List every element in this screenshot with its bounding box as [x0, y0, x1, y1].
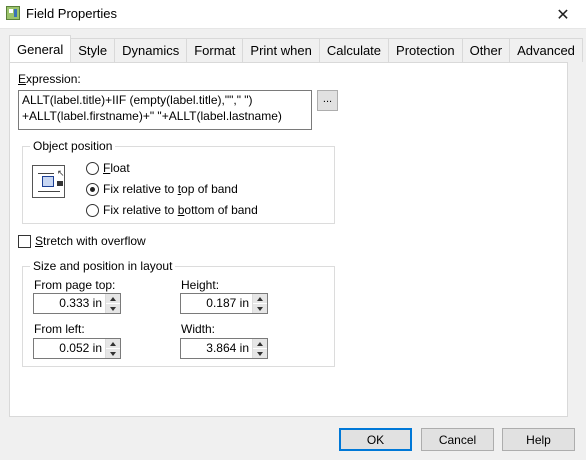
- stretch-checkbox-label: Stretch with overflow: [35, 234, 146, 248]
- window-title: Field Properties: [26, 6, 118, 21]
- from-page-top-value[interactable]: 0.333 in: [34, 294, 105, 313]
- expression-label: Expression:: [18, 72, 81, 86]
- width-stepper[interactable]: 3.864 in: [180, 338, 268, 359]
- from-left-down-button[interactable]: [106, 349, 120, 358]
- height-down-button[interactable]: [253, 304, 267, 313]
- cancel-button[interactable]: Cancel: [421, 428, 494, 451]
- tab-calculate[interactable]: Calculate: [318, 38, 390, 62]
- from-page-top-label: From page top:: [34, 278, 116, 292]
- help-button[interactable]: Help: [502, 428, 575, 451]
- object-position-group: Object position ↖ Float Fix relative to …: [22, 139, 335, 224]
- tab-advanced[interactable]: Advanced: [509, 38, 583, 62]
- radio-fix-bottom-label: Fix relative to bottom of band: [103, 203, 258, 217]
- tab-protection[interactable]: Protection: [388, 38, 463, 62]
- arrow-up-icon: [257, 296, 263, 301]
- object-position-icon: ↖: [32, 165, 65, 198]
- from-page-top-down-button[interactable]: [106, 304, 120, 313]
- tab-print-when[interactable]: Print when: [242, 38, 320, 62]
- expression-input[interactable]: ALLT(label.title)+IIF (empty(label.title…: [18, 90, 312, 130]
- title-bar: Field Properties ✕: [0, 0, 586, 29]
- close-button[interactable]: ✕: [540, 0, 586, 29]
- from-left-value[interactable]: 0.052 in: [34, 339, 105, 358]
- width-label: Width:: [181, 322, 216, 336]
- radio-float-label: Float: [103, 161, 130, 175]
- radio-fix-top[interactable]: Fix relative to top of band: [86, 182, 238, 196]
- radio-float-button[interactable]: [86, 161, 99, 175]
- arrow-down-icon: [110, 351, 116, 356]
- tab-strip: General Style Dynamics Format Print when…: [9, 35, 583, 62]
- width-value[interactable]: 3.864 in: [181, 339, 252, 358]
- radio-fix-bottom-button[interactable]: [86, 203, 99, 217]
- expression-builder-button[interactable]: ...: [317, 90, 338, 111]
- expression-line-2: +ALLT(label.firstname)+" "+ALLT(label.la…: [22, 109, 282, 123]
- radio-fix-top-button[interactable]: [86, 182, 99, 196]
- from-left-up-button[interactable]: [106, 339, 120, 349]
- size-position-title: Size and position in layout: [30, 259, 176, 273]
- from-page-top-stepper[interactable]: 0.333 in: [33, 293, 121, 314]
- tab-general[interactable]: General: [9, 35, 72, 62]
- arrow-up-icon: [110, 341, 116, 346]
- height-stepper[interactable]: 0.187 in: [180, 293, 268, 314]
- tab-other[interactable]: Other: [461, 38, 511, 62]
- radio-fix-top-label: Fix relative to top of band: [103, 182, 238, 196]
- expression-line-1: ALLT(label.title)+IIF (empty(label.title…: [22, 93, 253, 107]
- width-down-button[interactable]: [253, 349, 267, 358]
- arrow-up-icon: [257, 341, 263, 346]
- tab-format[interactable]: Format: [186, 38, 244, 62]
- radio-float[interactable]: Float: [86, 161, 130, 175]
- arrow-down-icon: [257, 351, 263, 356]
- from-page-top-up-button[interactable]: [106, 294, 120, 304]
- radio-fix-bottom[interactable]: Fix relative to bottom of band: [86, 203, 258, 217]
- arrow-down-icon: [110, 306, 116, 311]
- app-icon: [6, 6, 20, 20]
- object-position-title: Object position: [30, 139, 116, 153]
- arrow-up-icon: [110, 296, 116, 301]
- general-tab-panel: Expression: ALLT(label.title)+IIF (empty…: [9, 62, 568, 417]
- height-up-button[interactable]: [253, 294, 267, 304]
- stretch-checkbox-box[interactable]: [18, 234, 31, 248]
- arrow-down-icon: [257, 306, 263, 311]
- ok-button[interactable]: OK: [339, 428, 412, 451]
- width-up-button[interactable]: [253, 339, 267, 349]
- height-label: Height:: [181, 278, 220, 292]
- stretch-with-overflow-checkbox[interactable]: Stretch with overflow: [18, 234, 146, 248]
- from-left-stepper[interactable]: 0.052 in: [33, 338, 121, 359]
- from-left-label: From left:: [34, 322, 85, 336]
- tab-style[interactable]: Style: [70, 38, 116, 62]
- tab-dynamics[interactable]: Dynamics: [114, 38, 188, 62]
- height-value[interactable]: 0.187 in: [181, 294, 252, 313]
- close-icon: ✕: [556, 6, 570, 24]
- size-position-group: Size and position in layout From page to…: [22, 259, 335, 367]
